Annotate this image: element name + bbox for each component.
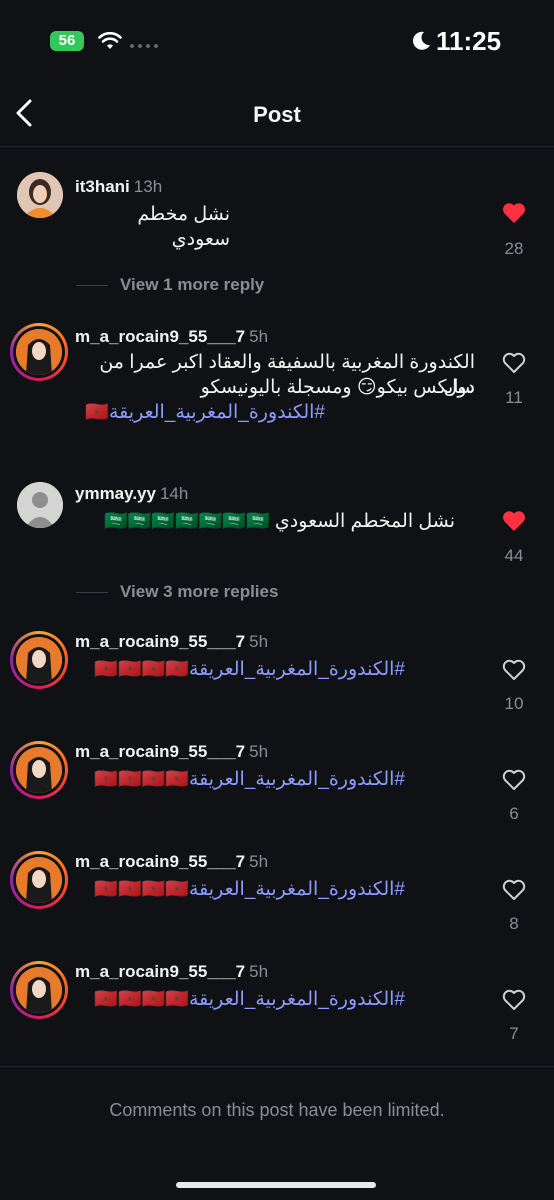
comment-username[interactable]: m_a_rocain9_55___7 5h [75, 962, 268, 982]
moon-icon [413, 31, 430, 50]
avatar[interactable] [10, 631, 68, 689]
heart-icon[interactable] [502, 202, 526, 224]
comment-username[interactable]: m_a_rocain9_55___7 5h [75, 632, 268, 652]
heart-icon[interactable] [502, 510, 526, 532]
comment-text: نشل المخطم السعودي 🇸🇦🇸🇦🇸🇦🇸🇦🇸🇦🇸🇦🇸🇦 [104, 511, 455, 532]
avatar[interactable] [17, 172, 63, 218]
like-count: 44 [504, 546, 524, 565]
avatar[interactable] [10, 851, 68, 909]
heart-icon[interactable] [502, 769, 526, 791]
comment-text: نشل مخطم سعودي [137, 204, 230, 250]
hashtag-link[interactable]: #الكندورة_المغربية_العريقة🇲🇦 [75, 400, 325, 425]
status-bar: 56 11:25 [0, 0, 554, 80]
hashtag-link[interactable]: #الكندورة_المغربية_العريقة🇲🇦🇲🇦🇲🇦🇲🇦 [75, 877, 405, 902]
avatar[interactable] [17, 482, 63, 528]
signal-icon [130, 44, 158, 48]
like-count: 8 [509, 914, 519, 933]
heart-icon[interactable] [502, 352, 526, 374]
like-count: 7 [509, 1024, 519, 1043]
like-count: 6 [509, 804, 519, 823]
comment-text: سايكس بيكو😏 ومسجلة باليونيسكو [200, 377, 475, 398]
battery-indicator: 56 [50, 31, 84, 51]
like-count: 10 [504, 694, 524, 713]
comment-username[interactable]: m_a_rocain9_55___7 5h [75, 742, 268, 762]
comment-username[interactable]: m_a_rocain9_55___7 5h [75, 852, 268, 872]
hashtag-link[interactable]: #الكندورة_المغربية_العريقة🇲🇦🇲🇦🇲🇦🇲🇦 [75, 987, 405, 1012]
view-more-replies[interactable]: View 1 more reply [76, 275, 264, 295]
comment-username[interactable]: m_a_rocain9_55___7 5h [75, 327, 268, 347]
top-nav: Post [0, 80, 554, 147]
divider [0, 1066, 554, 1067]
like-count: 28 [504, 239, 524, 258]
like-count: 11 [505, 388, 523, 407]
page-title: Post [253, 102, 301, 127]
avatar[interactable] [10, 741, 68, 799]
home-indicator[interactable] [176, 1182, 376, 1188]
comment-username[interactable]: it3hani 13h [75, 177, 162, 197]
hashtag-link[interactable]: #الكندورة_المغربية_العريقة🇲🇦🇲🇦🇲🇦🇲🇦 [75, 767, 405, 792]
comments-limited-notice: Comments on this post have been limited. [109, 1100, 445, 1120]
comment-username[interactable]: ymmay.yy 14h [75, 484, 188, 504]
heart-icon[interactable] [502, 879, 526, 901]
clock: 11:25 [436, 26, 502, 56]
view-more-replies[interactable]: View 3 more replies [76, 582, 278, 602]
wifi-icon [98, 32, 122, 49]
avatar[interactable] [10, 961, 68, 1019]
heart-icon[interactable] [502, 659, 526, 681]
avatar[interactable] [10, 323, 68, 381]
heart-icon[interactable] [502, 989, 526, 1011]
hashtag-link[interactable]: #الكندورة_المغربية_العريقة🇲🇦🇲🇦🇲🇦🇲🇦 [75, 657, 405, 682]
